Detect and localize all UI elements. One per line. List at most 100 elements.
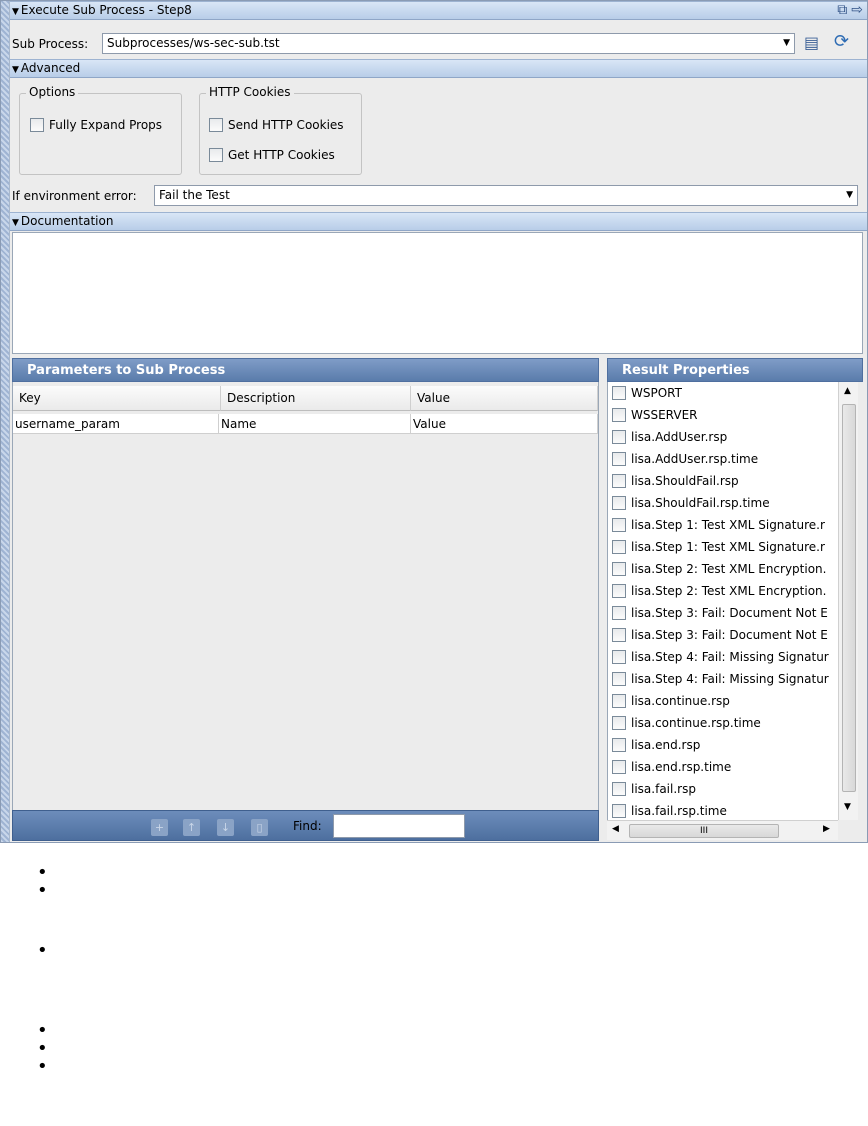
bullet-icon: • bbox=[37, 1056, 48, 1077]
checkbox-box[interactable] bbox=[612, 804, 626, 818]
checkbox-box[interactable] bbox=[612, 474, 626, 488]
move-down-icon[interactable]: ↓ bbox=[217, 819, 234, 836]
subprocess-combo[interactable]: Subprocesses/ws-sec-sub.tst ▼ bbox=[102, 33, 795, 54]
scrollbar-thumb[interactable]: III bbox=[629, 824, 779, 838]
dropdown-arrow-icon[interactable]: ▼ bbox=[846, 186, 853, 205]
checkbox-box[interactable] bbox=[612, 584, 626, 598]
list-item[interactable]: WSSERVER bbox=[612, 404, 698, 426]
delete-row-icon[interactable]: ▯ bbox=[251, 819, 268, 836]
column-header-value[interactable]: Value bbox=[411, 386, 598, 411]
list-item[interactable]: lisa.AddUser.rsp bbox=[612, 426, 727, 448]
list-item[interactable]: lisa.ShouldFail.rsp bbox=[612, 470, 739, 492]
list-item[interactable]: lisa.Step 4: Fail: Missing Signatur bbox=[612, 668, 829, 690]
params-header: Parameters to Sub Process bbox=[12, 358, 599, 382]
checkbox-box[interactable] bbox=[612, 496, 626, 510]
checkbox-box[interactable] bbox=[612, 452, 626, 466]
checkbox-box[interactable] bbox=[612, 408, 626, 422]
result-properties-list: WSPORT WSSERVER lisa.AddUser.rsp lisa.Ad… bbox=[607, 382, 838, 820]
checkbox-box[interactable] bbox=[612, 760, 626, 774]
list-item[interactable]: lisa.fail.rsp.time bbox=[612, 800, 727, 820]
collapse-triangle-icon[interactable]: ▼ bbox=[12, 4, 19, 21]
checkbox-box[interactable] bbox=[612, 518, 626, 532]
fully-expand-checkbox[interactable]: Fully Expand Props bbox=[30, 118, 162, 132]
list-item[interactable]: lisa.continue.rsp.time bbox=[612, 712, 761, 734]
checkbox-box[interactable] bbox=[209, 118, 223, 132]
scroll-up-icon[interactable]: ▲ bbox=[844, 386, 851, 396]
checkbox-box[interactable] bbox=[612, 540, 626, 554]
get-cookies-checkbox[interactable]: Get HTTP Cookies bbox=[209, 148, 335, 162]
checkbox-box[interactable] bbox=[612, 738, 626, 752]
documentation-header[interactable]: ▼ Documentation bbox=[10, 212, 867, 231]
params-table: Key Description Value username_param Nam… bbox=[12, 382, 599, 810]
documentation-textarea[interactable] bbox=[12, 232, 863, 354]
checkbox-box[interactable] bbox=[612, 694, 626, 708]
list-item[interactable]: lisa.Step 3: Fail: Document Not E bbox=[612, 602, 828, 624]
scroll-left-icon[interactable]: ◀ bbox=[612, 824, 619, 834]
checkbox-box[interactable] bbox=[30, 118, 44, 132]
list-item[interactable]: lisa.ShouldFail.rsp.time bbox=[612, 492, 770, 514]
checkbox-box[interactable] bbox=[612, 628, 626, 642]
open-file-icon[interactable]: ▤ bbox=[804, 33, 819, 52]
checkbox-box[interactable] bbox=[612, 562, 626, 576]
find-input[interactable] bbox=[333, 814, 465, 838]
documentation-title: Documentation bbox=[20, 214, 114, 228]
checkbox-box[interactable] bbox=[209, 148, 223, 162]
refresh-icon[interactable]: ⟳ bbox=[834, 31, 849, 52]
result-properties-header: Result Properties bbox=[607, 358, 863, 382]
send-cookies-label: Send HTTP Cookies bbox=[228, 118, 344, 132]
list-item[interactable]: lisa.AddUser.rsp.time bbox=[612, 448, 758, 470]
step-title: Execute Sub Process - Step8 bbox=[20, 3, 192, 17]
get-cookies-label: Get HTTP Cookies bbox=[228, 148, 335, 162]
checkbox-box[interactable] bbox=[612, 386, 626, 400]
advanced-header[interactable]: ▼ Advanced bbox=[10, 59, 867, 78]
fully-expand-label: Fully Expand Props bbox=[49, 118, 163, 132]
list-item[interactable]: lisa.fail.rsp bbox=[612, 778, 696, 800]
list-item[interactable]: WSPORT bbox=[612, 382, 682, 404]
collapse-triangle-icon[interactable]: ▼ bbox=[12, 215, 19, 232]
list-item[interactable]: lisa.Step 1: Test XML Signature.r bbox=[612, 514, 825, 536]
checkbox-box[interactable] bbox=[612, 716, 626, 730]
column-header-description[interactable]: Description bbox=[221, 386, 411, 411]
table-cell-description[interactable]: Name bbox=[219, 414, 411, 434]
params-toolbar: + ↑ ↓ ▯ Find: bbox=[12, 810, 599, 841]
scroll-down-icon[interactable]: ▼ bbox=[844, 802, 851, 812]
result-vertical-scrollbar[interactable]: ▲ ▼ bbox=[838, 382, 858, 820]
env-error-label: If environment error: bbox=[12, 189, 137, 203]
list-item[interactable]: lisa.Step 2: Test XML Encryption. bbox=[612, 558, 826, 580]
env-error-value: Fail the Test bbox=[159, 188, 230, 202]
send-cookies-checkbox[interactable]: Send HTTP Cookies bbox=[209, 118, 344, 132]
column-header-key[interactable]: Key bbox=[13, 386, 221, 411]
collapse-triangle-icon[interactable]: ▼ bbox=[12, 62, 19, 79]
options-legend: Options bbox=[26, 85, 79, 99]
list-item[interactable]: lisa.Step 1: Test XML Signature.r bbox=[612, 536, 825, 558]
list-item[interactable]: lisa.Step 2: Test XML Encryption. bbox=[612, 580, 826, 602]
panel-grip[interactable] bbox=[1, 1, 10, 842]
table-cell-key[interactable]: username_param bbox=[13, 414, 219, 434]
list-item[interactable]: lisa.Step 3: Fail: Document Not E bbox=[612, 624, 828, 646]
list-item[interactable]: lisa.Step 4: Fail: Missing Signatur bbox=[612, 646, 829, 668]
result-horizontal-scrollbar[interactable]: ◀ III ▶ bbox=[607, 820, 838, 840]
add-row-icon[interactable]: + bbox=[151, 819, 168, 836]
list-item[interactable]: lisa.end.rsp.time bbox=[612, 756, 731, 778]
restore-window-icon[interactable]: ⧉ bbox=[837, 2, 847, 18]
find-label: Find: bbox=[293, 819, 322, 833]
list-item[interactable]: lisa.continue.rsp bbox=[612, 690, 730, 712]
http-cookies-legend: HTTP Cookies bbox=[206, 85, 294, 99]
advanced-title: Advanced bbox=[20, 61, 81, 75]
checkbox-box[interactable] bbox=[612, 782, 626, 796]
checkbox-box[interactable] bbox=[612, 650, 626, 664]
dropdown-arrow-icon[interactable]: ▼ bbox=[783, 34, 790, 53]
env-error-combo[interactable]: Fail the Test ▼ bbox=[154, 185, 858, 206]
checkbox-box[interactable] bbox=[612, 672, 626, 686]
execute-subprocess-panel: ▼ Execute Sub Process - Step8 ⧉ ⇨ Sub Proc… bbox=[0, 0, 868, 843]
scroll-right-icon[interactable]: ▶ bbox=[823, 824, 830, 834]
checkbox-box[interactable] bbox=[612, 430, 626, 444]
table-cell-value[interactable]: Value bbox=[411, 414, 598, 434]
scrollbar-thumb[interactable] bbox=[842, 404, 856, 792]
http-cookies-group: HTTP Cookies Send HTTP Cookies Get HTTP … bbox=[199, 85, 362, 175]
step-title-header[interactable]: ▼ Execute Sub Process - Step8 ⧉ ⇨ bbox=[10, 1, 867, 20]
list-item[interactable]: lisa.end.rsp bbox=[612, 734, 700, 756]
move-up-icon[interactable]: ↑ bbox=[183, 819, 200, 836]
checkbox-box[interactable] bbox=[612, 606, 626, 620]
detach-arrow-icon[interactable]: ⇨ bbox=[851, 2, 863, 18]
